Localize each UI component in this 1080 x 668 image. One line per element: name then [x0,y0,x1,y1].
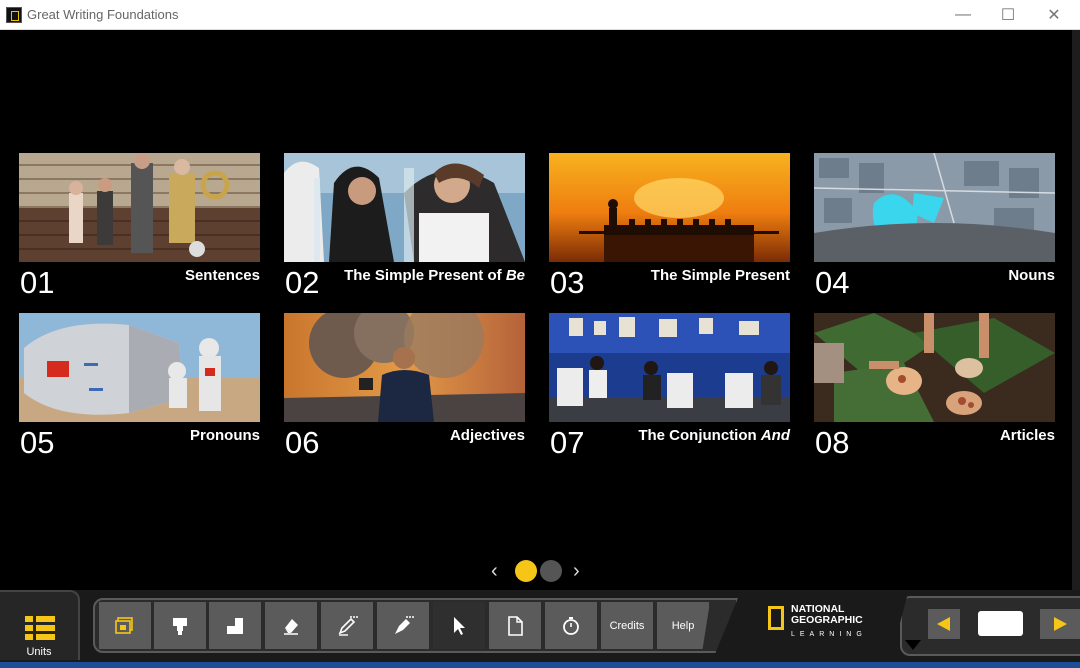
tray-pointer [905,640,921,650]
prev-page-button[interactable]: ‹ [491,560,498,583]
next-page-button[interactable]: › [573,560,580,583]
units-grid-icon [25,616,55,640]
units-label: Units [26,646,52,658]
unit-tile-06[interactable]: 06 Adjectives [284,313,525,463]
unit-number: 04 [815,265,850,300]
eraser-icon [284,618,298,635]
national-geographic-logo: NATIONAL GEOGRAPHIC LEARNING [768,604,863,644]
unit-tile-02[interactable]: 02 The Simple Present of Be [284,153,525,303]
pointer-button[interactable] [433,602,486,649]
unit-number: 03 [550,265,585,300]
pencil-button[interactable] [321,602,374,649]
unit-title: The Conjunction And [638,427,790,444]
triangle-left-icon [937,617,950,631]
page-number-input[interactable] [978,611,1023,636]
unit-tile-08[interactable]: 08 Articles [814,313,1055,463]
triangle-right-icon [1054,617,1067,631]
screens-icon [115,616,133,634]
unit-number: 08 [815,425,850,460]
screen-mask-button[interactable] [209,602,262,649]
unit-title: Pronouns [190,427,260,444]
pencil-icon [338,615,358,636]
minimize-button[interactable]: — [940,0,986,30]
pen-icon [395,615,414,634]
scrollbar[interactable] [1072,30,1080,590]
timer-button[interactable] [545,602,598,649]
title-bar: Great Writing Foundations — ☐ ✕ [0,0,1080,30]
unit-title: The Simple Present of Be [344,267,525,284]
unit-title: The Simple Present [650,267,790,284]
unit-image-volcano[interactable] [284,313,525,422]
screen-mask-icon [227,617,243,634]
unit-image-art-class[interactable] [549,313,790,422]
unit-tile-05[interactable]: 05 Pronouns [19,313,260,463]
unit-image-musicians[interactable] [19,153,260,262]
page-dot-2[interactable] [540,560,562,582]
maximize-button[interactable]: ☐ [985,0,1031,30]
brand-line3: LEARNING [791,631,867,638]
units-button[interactable]: Units [0,590,80,660]
timer-icon [563,616,579,635]
unit-title: Nouns [1008,267,1055,284]
page-dot-1[interactable] [515,560,537,582]
ng-frame-icon [768,606,784,630]
screens-button[interactable] [99,602,152,649]
unit-image-astronauts[interactable] [19,313,260,422]
credits-button[interactable]: Credits [601,602,654,649]
pen-button[interactable] [377,602,430,649]
highlighter-icon [173,617,187,635]
unit-image-sunset-dinner[interactable] [549,153,790,262]
taskbar-edge [0,662,1080,668]
app-logo-icon [6,7,22,23]
unit-image-lab-students[interactable] [284,153,525,262]
unit-number: 05 [20,425,55,460]
unit-number: 02 [285,265,320,300]
highlighter-button[interactable] [154,602,207,649]
help-button[interactable]: Help [657,602,710,649]
window-title: Great Writing Foundations [27,7,179,22]
unit-tile-01[interactable]: 01 Sentences [19,153,260,303]
blank-page-button[interactable] [489,602,542,649]
eraser-button[interactable] [265,602,318,649]
unit-number: 06 [285,425,320,460]
unit-image-food-prep[interactable] [814,313,1055,422]
previous-screen-button[interactable] [928,609,960,639]
unit-tile-07[interactable]: 07 The Conjunction And [549,313,790,463]
unit-tile-03[interactable]: 03 The Simple Present [549,153,790,303]
unit-number: 07 [550,425,585,460]
unit-number: 01 [20,265,55,300]
unit-title: Adjectives [449,427,525,444]
pointer-icon [454,616,465,635]
unit-image-city-aerial[interactable] [814,153,1055,262]
unit-title: Sentences [184,267,260,284]
brand-line2: GEOGRAPHIC [791,614,863,626]
close-button[interactable]: ✕ [1031,0,1077,30]
blank-page-icon [508,615,523,636]
unit-tile-04[interactable]: 04 Nouns [814,153,1055,303]
next-screen-button[interactable] [1040,609,1080,639]
unit-title: Articles [999,427,1055,444]
